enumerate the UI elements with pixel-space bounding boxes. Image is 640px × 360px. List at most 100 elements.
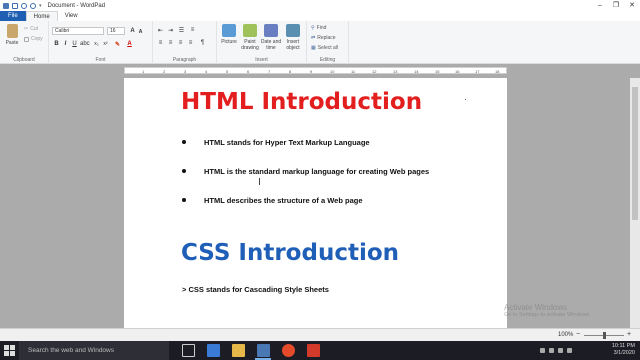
ruler-tick: 15 [435,69,440,74]
picture-button[interactable]: Picture [218,24,240,45]
tab-home[interactable]: Home [25,11,58,21]
scrollbar-thumb[interactable] [632,87,638,220]
status-bar: 100% − + [0,328,640,341]
tab-file[interactable]: File [0,11,26,21]
bold-icon[interactable]: B [53,41,60,47]
undo-icon[interactable] [21,2,27,9]
clock[interactable]: 10:11 PM 3/1/2020 [612,343,635,357]
paragraph-group-label: Paragraph [172,57,197,63]
zoom-in-button[interactable]: + [627,331,631,338]
clipboard-group: Paste ✂ Cut Copy Clipboard [0,21,49,64]
zoom-level: 100% [558,332,574,338]
ruler-tick: 17 [475,69,480,74]
list-item: HTML describes the structure of a Web pa… [182,193,442,208]
increase-indent-icon[interactable]: ⇥ [167,27,174,34]
minimize-button[interactable]: – [592,0,608,11]
ruler-tick: 9 [310,69,313,74]
picture-label: Picture [221,39,237,45]
vertical-scrollbar[interactable] [630,78,640,328]
save-icon[interactable] [12,2,18,9]
paste-button[interactable]: Paste [2,24,22,46]
system-tray [540,348,572,353]
activate-windows-watermark: Activate Windows Go to Settings to activ… [504,303,591,318]
paragraph-settings-icon[interactable]: ¶ [199,40,206,46]
replace-button[interactable]: ⇄ Replace [311,35,336,41]
paint-drawing-button[interactable]: Paint drawing [239,24,261,51]
justify-icon[interactable]: ≡ [187,40,194,46]
subscript-icon[interactable]: x₂ [93,41,100,47]
object-label: Insert object [286,39,300,51]
volume-icon[interactable] [558,348,563,353]
ruler[interactable]: 1 2 3 4 5 6 7 8 9 10 11 12 13 14 15 16 1… [124,67,507,74]
paragraph-group: ⇤ ⇥ ☰ ≡ ≡ ≡ ≡ ≡ ¶ Paragraph [153,21,217,64]
file-explorer-icon[interactable] [232,344,245,357]
superscript-icon[interactable]: x² [102,41,109,47]
zoom-out-button[interactable]: − [576,331,580,338]
replace-icon: ⇄ [311,35,316,41]
ruler-tick: 7 [268,69,271,74]
zoom-slider-thumb[interactable] [603,332,606,339]
font-group-label: Font [95,57,106,63]
clipboard-group-label: Clipboard [13,57,35,63]
align-left-icon[interactable]: ≡ [157,40,164,46]
text-cursor-icon [259,178,261,185]
picture-icon [222,24,236,37]
paste-label: Paste [5,40,19,46]
decrease-indent-icon[interactable]: ⇤ [157,27,164,34]
date-time-button[interactable]: Date and time [260,24,282,51]
underline-icon[interactable]: U [71,41,78,47]
line-spacing-icon[interactable]: ≡ [189,27,196,33]
select-all-label: Select all [317,45,339,51]
task-view-icon[interactable] [182,344,195,357]
clock-time: 10:11 PM [611,343,635,349]
insert-object-button[interactable]: Insert object [282,24,304,51]
list-item-text: HTML stands for Hyper Text Markup Langua… [204,138,370,147]
ruler-tick: 8 [289,69,292,74]
redo-icon[interactable] [30,2,36,9]
network-icon[interactable] [549,348,554,353]
html-heading: HTML Introduction [181,89,423,115]
align-right-icon[interactable]: ≡ [177,40,184,46]
shrink-font-icon[interactable]: A [137,29,144,35]
highlight-color-icon[interactable]: ✎ [114,41,121,48]
copy-button[interactable]: Copy [24,36,43,42]
css-heading: CSS Introduction [181,240,400,266]
taskbar: Search the web and Windows 10:11 PM 3/1/… [0,341,640,360]
maximize-button[interactable]: ❐ [608,0,624,11]
document-page[interactable]: HTML Introduction HTML stands for Hyper … [124,78,507,341]
wordpad-taskbar-icon[interactable] [257,344,270,357]
list-item-text: HTML describes the structure of a Web pa… [204,196,363,205]
app-icon[interactable] [307,344,320,357]
grow-font-icon[interactable]: A [129,28,136,34]
chrome-icon[interactable] [282,344,295,357]
insert-group: Picture Paint drawing Date and time Inse… [217,21,307,64]
windows-logo-pane [10,351,15,356]
strikethrough-icon[interactable]: abc [80,41,90,47]
ruler-tick: 4 [205,69,208,74]
find-button[interactable]: ⚲ Find [311,25,326,31]
close-button[interactable]: ✕ [624,0,640,11]
select-all-button[interactable]: ▦ Select all [311,45,338,51]
keyboard-icon[interactable] [567,348,572,353]
watermark-subtitle: Go to Settings to activate Windows. [504,312,591,318]
list-item-text: HTML is the standard markup language for… [204,167,430,176]
cut-button[interactable]: ✂ Cut [24,26,38,32]
title-bar: ▾ Document - WordPad – ❐ ✕ [0,0,640,11]
align-center-icon[interactable]: ≡ [167,40,174,46]
list-item: HTML stands for Hyper Text Markup Langua… [182,135,442,150]
wordpad-window: ▾ Document - WordPad – ❐ ✕ File Home Vie… [0,0,640,341]
tab-view[interactable]: View [58,11,85,21]
ruler-tick: 14 [414,69,419,74]
italic-icon[interactable]: I [62,41,69,47]
watermark-title: Activate Windows [504,303,568,312]
windows-logo-icon [4,345,9,350]
bullets-icon[interactable]: ☰ [178,27,185,34]
chevron-up-icon[interactable] [540,348,545,353]
taskbar-search[interactable]: Search the web and Windows [19,341,169,360]
font-color-icon[interactable]: A [126,41,133,47]
font-size-select[interactable]: 16 [107,27,125,35]
font-family-select[interactable]: Calibri [52,27,104,35]
start-button[interactable] [4,345,15,356]
customize-toolbar-icon[interactable]: ▾ [39,3,42,9]
edge-icon[interactable] [207,344,220,357]
